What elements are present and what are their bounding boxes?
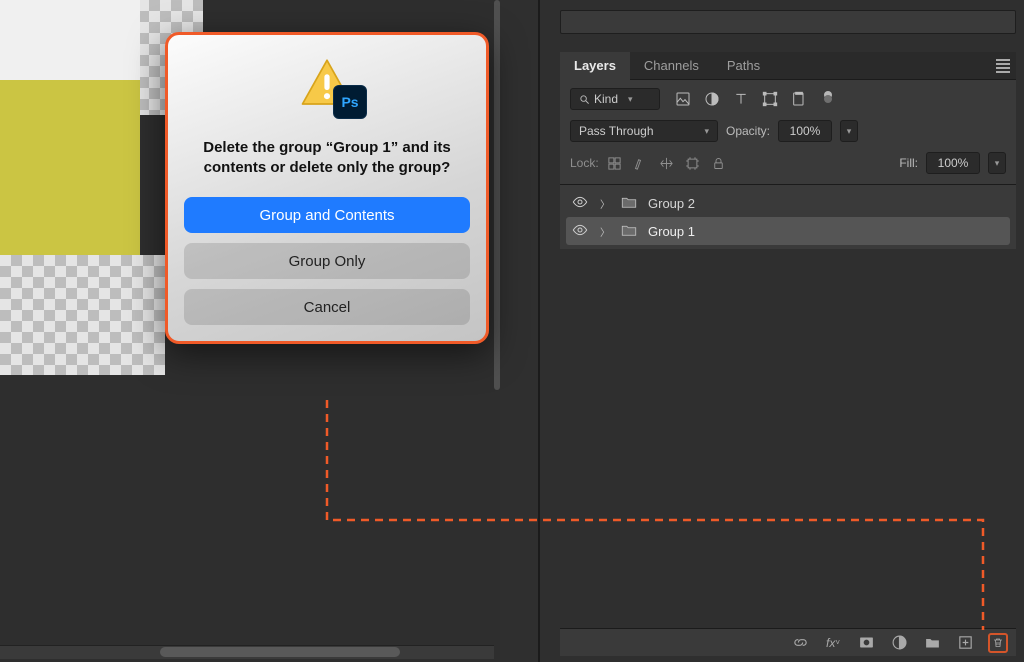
panel-divider xyxy=(538,0,540,662)
panel-menu-icon[interactable] xyxy=(996,59,1010,73)
delete-layer-trash-icon[interactable] xyxy=(988,633,1008,653)
chevron-down-icon: ▾ xyxy=(704,126,709,137)
lock-position-icon[interactable] xyxy=(659,155,675,171)
tab-channels[interactable]: Channels xyxy=(630,52,713,80)
lock-artboard-icon[interactable] xyxy=(685,155,701,171)
chevron-down-icon: ▾ xyxy=(995,158,1000,169)
group-and-contents-button[interactable]: Group and Contents xyxy=(184,197,470,233)
layer-row-group-2[interactable]: 〉 Group 2 xyxy=(566,189,1010,217)
layer-name: Group 2 xyxy=(648,196,695,211)
filter-type-icons xyxy=(674,90,837,108)
filter-smart-icon[interactable] xyxy=(790,90,808,108)
layers-panel-footer: fx˅ xyxy=(560,628,1016,656)
layers-panel: Layers Channels Paths Kind ▾ P xyxy=(560,52,1016,249)
tab-layers[interactable]: Layers xyxy=(560,52,630,80)
visibility-eye-icon[interactable] xyxy=(572,222,588,241)
layer-fx-icon[interactable]: fx˅ xyxy=(823,633,843,653)
folder-icon xyxy=(620,221,638,242)
search-icon xyxy=(579,94,590,105)
dialog-message: Delete the group “Group 1” and its conte… xyxy=(184,138,470,177)
filter-kind-label: Kind xyxy=(594,92,618,106)
chevron-down-icon: ▾ xyxy=(628,94,633,105)
fill-label: Fill: xyxy=(899,156,918,170)
dialog-button-group: Group and Contents Group Only Cancel xyxy=(184,197,470,325)
filter-adjustment-icon[interactable] xyxy=(703,90,721,108)
fill-value: 100% xyxy=(938,156,969,170)
tab-paths[interactable]: Paths xyxy=(713,52,774,80)
opacity-stepper[interactable]: ▾ xyxy=(840,120,858,142)
blend-mode-value: Pass Through xyxy=(579,124,654,138)
app-badge-icon: Ps xyxy=(333,85,367,119)
filter-type-icon[interactable] xyxy=(732,90,750,108)
adjustment-layer-icon[interactable] xyxy=(889,633,909,653)
filter-kind-dropdown[interactable]: Kind ▾ xyxy=(570,88,660,110)
collapsed-panel-stub[interactable] xyxy=(560,10,1016,34)
layers-controls: Kind ▾ Pass Through ▾ Opacity: 100% ▾ xyxy=(560,80,1016,185)
canvas-white-shape xyxy=(0,0,140,80)
new-group-icon[interactable] xyxy=(922,633,942,653)
filter-shape-icon[interactable] xyxy=(761,90,779,108)
fill-stepper[interactable]: ▾ xyxy=(988,152,1006,174)
layers-list: 〉 Group 2 〉 Group 1 xyxy=(560,185,1016,249)
canvas-horizontal-scrollbar-thumb[interactable] xyxy=(160,647,400,657)
opacity-label: Opacity: xyxy=(726,124,770,138)
layer-mask-icon[interactable] xyxy=(856,633,876,653)
disclosure-triangle-icon[interactable]: 〉 xyxy=(600,224,610,239)
new-layer-icon[interactable] xyxy=(955,633,975,653)
folder-icon xyxy=(620,193,638,214)
fill-value-field[interactable]: 100% xyxy=(926,152,980,174)
chevron-down-icon: ▾ xyxy=(847,126,852,137)
lock-all-icon[interactable] xyxy=(711,155,727,171)
dialog-icon-stack: Ps xyxy=(299,55,355,116)
filter-pixel-icon[interactable] xyxy=(674,90,692,108)
layer-name: Group 1 xyxy=(648,224,695,239)
opacity-value: 100% xyxy=(790,124,821,138)
transparency-checker xyxy=(0,255,165,375)
disclosure-triangle-icon[interactable]: 〉 xyxy=(600,196,610,211)
link-layers-icon[interactable] xyxy=(790,633,810,653)
opacity-value-field[interactable]: 100% xyxy=(778,120,832,142)
lock-pixels-icon[interactable] xyxy=(633,155,649,171)
lock-icon-set xyxy=(607,155,727,171)
group-only-button[interactable]: Group Only xyxy=(184,243,470,279)
panel-tabbar: Layers Channels Paths xyxy=(560,52,1016,80)
cancel-button[interactable]: Cancel xyxy=(184,289,470,325)
visibility-eye-icon[interactable] xyxy=(572,194,588,213)
layer-row-group-1[interactable]: 〉 Group 1 xyxy=(566,217,1010,245)
delete-group-dialog: Ps Delete the group “Group 1” and its co… xyxy=(165,32,489,344)
lock-label: Lock: xyxy=(570,156,599,170)
lock-transparency-icon[interactable] xyxy=(607,155,623,171)
blend-mode-dropdown[interactable]: Pass Through ▾ xyxy=(570,120,718,142)
filter-toggle-icon[interactable] xyxy=(819,90,837,108)
